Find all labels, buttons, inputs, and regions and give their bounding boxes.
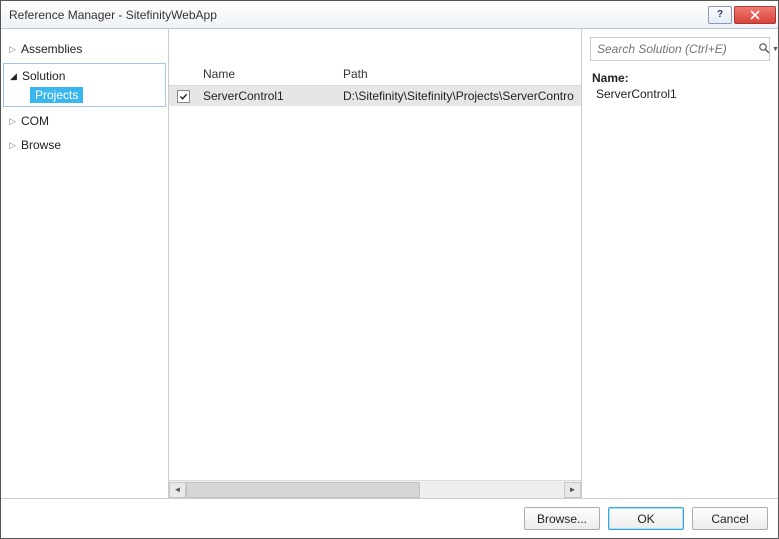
sidebar-item-com[interactable]: ▷ COM — [3, 111, 166, 131]
check-icon — [179, 92, 188, 101]
search-dropdown-icon[interactable]: ▼ — [772, 46, 779, 53]
cancel-button[interactable]: Cancel — [692, 507, 768, 530]
detail-name-value: ServerControl1 — [592, 85, 768, 101]
reference-list-panel: Name Path ServerControl1 D:\Sitefinity\S… — [169, 29, 582, 498]
ok-button[interactable]: OK — [608, 507, 684, 530]
sidebar-item-label: COM — [21, 114, 49, 128]
rows-container: ServerControl1 D:\Sitefinity\Sitefinity\… — [169, 86, 581, 480]
sidebar-item-projects[interactable]: Projects — [4, 86, 165, 104]
header-spacer — [169, 63, 197, 85]
details-panel: ▼ Name: ServerControl1 — [582, 29, 778, 498]
table-row[interactable]: ServerControl1 D:\Sitefinity\Sitefinity\… — [169, 86, 581, 106]
sidebar-item-assemblies[interactable]: ▷ Assemblies — [3, 39, 166, 59]
row-checkbox-cell — [169, 90, 197, 103]
sidebar: ▷ Assemblies ◢ Solution Projects ▷ COM ▷… — [1, 29, 169, 498]
dialog-body: ▷ Assemblies ◢ Solution Projects ▷ COM ▷… — [1, 29, 778, 498]
sidebar-item-label: Browse — [21, 138, 61, 152]
sidebar-item-label: Assemblies — [21, 42, 82, 56]
close-icon — [750, 10, 760, 20]
scroll-track[interactable] — [186, 482, 564, 498]
sidebar-item-solution[interactable]: ◢ Solution — [4, 66, 165, 86]
close-button[interactable] — [734, 6, 776, 24]
search-input[interactable] — [597, 42, 754, 56]
scroll-left-button[interactable]: ◄ — [169, 482, 186, 498]
chevron-down-icon: ◢ — [10, 71, 22, 82]
detail-name-label: Name: — [592, 71, 768, 85]
chevron-right-icon: ▷ — [9, 140, 21, 151]
browse-button[interactable]: Browse... — [524, 507, 600, 530]
sidebar-item-label: Solution — [22, 69, 65, 83]
sidebar-item-label: Projects — [30, 87, 83, 103]
chevron-right-icon: ▷ — [9, 44, 21, 55]
horizontal-scrollbar[interactable]: ◄ ► — [169, 480, 581, 498]
chevron-right-icon: ▷ — [9, 116, 21, 127]
sidebar-item-browse[interactable]: ▷ Browse — [3, 135, 166, 155]
help-button[interactable]: ? — [708, 6, 732, 24]
column-header-name[interactable]: Name — [197, 63, 337, 85]
row-path: D:\Sitefinity\Sitefinity\Projects\Server… — [337, 89, 581, 103]
row-name: ServerControl1 — [197, 89, 337, 103]
search-box[interactable]: ▼ — [590, 37, 770, 61]
title-bar: Reference Manager - SitefinityWebApp ? — [1, 1, 778, 29]
row-checkbox[interactable] — [177, 90, 190, 103]
column-header-path[interactable]: Path — [337, 63, 581, 85]
dialog-footer: Browse... OK Cancel — [1, 498, 778, 538]
scroll-right-button[interactable]: ► — [564, 482, 581, 498]
column-headers: Name Path — [169, 29, 581, 86]
selection-details: Name: ServerControl1 — [582, 67, 778, 105]
search-icon[interactable] — [758, 42, 770, 57]
window-title: Reference Manager - SitefinityWebApp — [9, 8, 708, 22]
window-controls: ? — [708, 6, 776, 24]
scroll-thumb[interactable] — [186, 482, 420, 498]
